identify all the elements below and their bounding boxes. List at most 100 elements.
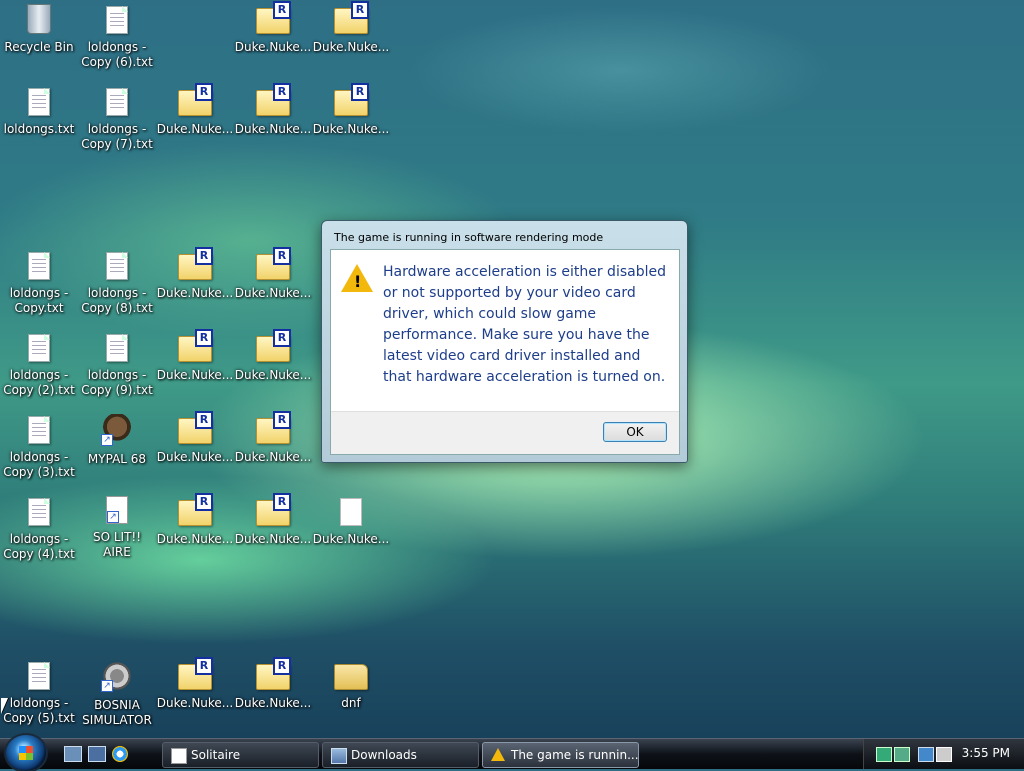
desktop-icon-duke[interactable]: R Duke.Nuke...	[156, 411, 234, 465]
icon-label: Duke.Nuke...	[312, 40, 390, 54]
desktop-icon-duke[interactable]: R Duke.Nuke...	[312, 1, 390, 55]
icon-label: loldongs - Copy (6).txt	[81, 40, 153, 69]
duke-nukem-icon: R	[256, 493, 291, 526]
folder-icon	[334, 664, 368, 690]
internet-explorer-icon[interactable]	[112, 746, 128, 762]
icon-label: Duke.Nuke...	[156, 450, 234, 464]
taskbar-button-dialog[interactable]: The game is runnin...	[482, 742, 639, 768]
desktop-icon-duke[interactable]: R Duke.Nuke...	[234, 411, 312, 465]
icon-label: Duke.Nuke...	[156, 368, 234, 382]
desktop-icon-duke[interactable]: R Duke.Nuke...	[156, 493, 234, 547]
start-button[interactable]	[6, 735, 46, 771]
desktop-icon-bosnia[interactable]: ↗ BOSNIA SIMULATOR	[78, 658, 156, 728]
ok-button[interactable]: OK	[603, 422, 667, 442]
icon-label: Duke.Nuke...	[234, 532, 312, 546]
network-icon[interactable]	[876, 747, 892, 762]
duke-nukem-icon: R	[178, 247, 213, 280]
text-file-icon	[28, 416, 50, 444]
duke-nukem-icon: R	[256, 411, 291, 444]
duke-nukem-icon: R	[178, 329, 213, 362]
desktop-icon-txt[interactable]: loldongs - Copy (7).txt	[78, 84, 156, 152]
desktop-icon-txt[interactable]: loldongs - Copy (6).txt	[78, 2, 156, 70]
desktop-icon-recycle-bin[interactable]: Recycle Bin	[0, 2, 78, 55]
sync-icon[interactable]	[894, 747, 910, 762]
duke-nukem-icon: R	[256, 83, 291, 116]
desktop-icon-duke[interactable]: R Duke.Nuke...	[234, 247, 312, 301]
icon-label: SO LIT!! AIRE	[92, 530, 142, 559]
icon-label: Duke.Nuke...	[312, 122, 390, 136]
desktop-icon-txt[interactable]: loldongs.txt	[0, 84, 78, 137]
software-rendering-dialog: The game is running in software renderin…	[321, 220, 688, 463]
text-file-icon	[28, 662, 50, 690]
dialog-client: ! Hardware acceleration is either disabl…	[330, 249, 680, 455]
desktop-icon-txt[interactable]: loldongs - Copy (8).txt	[78, 248, 156, 316]
desktop-icon-duke[interactable]: R Duke.Nuke...	[234, 657, 312, 711]
desktop-icon-txt[interactable]: loldongs - Copy (9).txt	[78, 330, 156, 398]
volume-muted-icon[interactable]	[936, 747, 952, 762]
icon-label: loldongs - Copy.txt	[9, 286, 69, 315]
desktop-icon-folder[interactable]: dnf	[312, 658, 390, 711]
icon-label: Duke.Nuke...	[156, 286, 234, 300]
duke-nukem-icon: R	[178, 83, 213, 116]
desktop-icon-duke[interactable]: R Duke.Nuke...	[234, 1, 312, 55]
duke-nukem-icon: R	[256, 657, 291, 690]
desktop-icon-file[interactable]: Duke.Nuke...	[312, 494, 390, 547]
desktop-icon-duke[interactable]: R Duke.Nuke...	[156, 83, 234, 137]
show-desktop-icon[interactable]	[64, 746, 82, 762]
icon-label: Duke.Nuke...	[234, 368, 312, 382]
icon-label: Duke.Nuke...	[234, 122, 312, 136]
duke-nukem-icon: R	[334, 1, 369, 34]
desktop-icon-duke[interactable]: R Duke.Nuke...	[234, 493, 312, 547]
warning-symbol: !	[354, 272, 362, 291]
desktop-icon-txt[interactable]: loldongs - Copy (4).txt	[0, 494, 78, 562]
taskbar: Solitaire Downloads The game is runnin..…	[0, 735, 1024, 771]
clock[interactable]: 3:55 PM	[962, 746, 1010, 760]
duke-nukem-icon: R	[256, 247, 291, 280]
desktop-icon-solitaire[interactable]: ↗ SO LIT!! AIRE	[78, 494, 156, 560]
desktop-icon-duke[interactable]: R Duke.Nuke...	[234, 329, 312, 383]
duke-nukem-icon: R	[178, 411, 213, 444]
dialog-footer: OK	[331, 411, 679, 454]
desktop-icon-duke[interactable]: R Duke.Nuke...	[234, 83, 312, 137]
text-file-icon	[106, 88, 128, 116]
icon-label: Duke.Nuke...	[234, 450, 312, 464]
icon-label: MYPAL 68	[87, 452, 147, 466]
desktop-icon-txt[interactable]: loldongs - Copy.txt	[0, 248, 78, 316]
blank-file-icon	[340, 498, 362, 526]
dialog-message: Hardware acceleration is either disabled…	[383, 264, 666, 385]
desktop-icon-mypal[interactable]: ↗ MYPAL 68	[78, 412, 156, 467]
switch-windows-icon[interactable]	[88, 746, 106, 762]
shortcut-arrow-icon: ↗	[107, 511, 119, 523]
network-connection-icon[interactable]	[918, 747, 934, 762]
taskbar-button-downloads[interactable]: Downloads	[322, 742, 479, 768]
shortcut-arrow-icon: ↗	[101, 680, 113, 692]
icon-label: Duke.Nuke...	[234, 40, 312, 54]
desktop-icon-duke[interactable]: R Duke.Nuke...	[156, 247, 234, 301]
icon-label: Duke.Nuke...	[156, 532, 234, 546]
icon-label: loldongs - Copy (2).txt	[3, 368, 75, 397]
desktop-icon-duke[interactable]: R Duke.Nuke...	[312, 83, 390, 137]
solitaire-card-icon: ↗	[106, 496, 128, 524]
desktop-icon-txt[interactable]: loldongs - Copy (2).txt	[0, 330, 78, 398]
icon-label: loldongs - Copy (7).txt	[81, 122, 153, 151]
duke-nukem-icon: R	[334, 83, 369, 116]
text-file-icon	[28, 334, 50, 362]
taskbar-button-solitaire[interactable]: Solitaire	[162, 742, 319, 768]
desktop-icon-txt[interactable]: loldongs - Copy (3).txt	[0, 412, 78, 480]
taskbar-button-label: Downloads	[351, 748, 417, 762]
text-file-icon	[106, 252, 128, 280]
icon-label: Duke.Nuke...	[156, 122, 234, 136]
icon-label: Duke.Nuke...	[312, 532, 390, 546]
mouse-cursor-icon	[1, 698, 8, 714]
text-file-icon	[106, 334, 128, 362]
icon-label: loldongs.txt	[3, 122, 75, 136]
shortcut-arrow-icon: ↗	[101, 434, 113, 446]
text-file-icon	[28, 88, 50, 116]
text-file-icon	[106, 6, 128, 34]
solitaire-icon	[171, 748, 187, 764]
desktop-icon-txt[interactable]: loldongs - Copy (5).txt	[0, 658, 78, 726]
desktop-icon-duke[interactable]: R Duke.Nuke...	[156, 329, 234, 383]
text-file-icon	[28, 498, 50, 526]
mypal-raccoon-icon: ↗	[101, 414, 133, 446]
desktop-icon-duke[interactable]: R Duke.Nuke...	[156, 657, 234, 711]
